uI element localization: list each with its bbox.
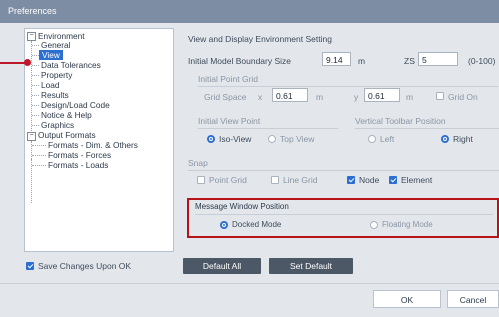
snap-line-grid-checkbox[interactable] <box>271 176 279 184</box>
toolbar-left-label: Left <box>380 134 395 144</box>
toolbar-right-radio[interactable] <box>441 135 449 143</box>
tree-item-formats-dim[interactable]: Formats - Dim. & Others <box>48 140 138 150</box>
top-view-label: Top View <box>280 134 315 144</box>
tree-connector <box>32 55 39 56</box>
boundary-size-input[interactable]: 9.14 <box>322 52 351 66</box>
toolbar-left-radio[interactable] <box>368 135 376 143</box>
toolbar-position-group-title: Vertical Toolbar Position <box>355 116 446 126</box>
grid-x-unit: m <box>316 92 324 102</box>
snap-line-grid-label: Line Grid <box>283 175 318 185</box>
snap-element-checkbox[interactable] <box>389 176 397 184</box>
callout-pointer <box>0 62 26 64</box>
tree-item-results[interactable]: Results <box>41 90 69 100</box>
grid-y-input[interactable]: 0.61 <box>364 88 400 102</box>
save-changes-checkbox[interactable] <box>26 262 34 270</box>
tree-item-view[interactable]: View <box>39 50 63 60</box>
grid-group-title: Initial Point Grid <box>198 74 258 84</box>
tree-item-property[interactable]: Property <box>41 70 72 80</box>
collapse-icon[interactable]: − <box>27 32 36 41</box>
tree-item-data-tolerances[interactable]: Data Tolerances <box>41 60 101 70</box>
floating-mode-radio[interactable] <box>370 221 378 229</box>
docked-mode-radio[interactable] <box>220 221 228 229</box>
tree-item-output-formats[interactable]: Output Formats <box>38 130 96 140</box>
tree-item-graphics[interactable]: Graphics <box>41 120 74 130</box>
iso-view-radio[interactable] <box>207 135 215 143</box>
tree-connector <box>32 125 39 126</box>
docked-mode-label: Docked Mode <box>232 220 282 229</box>
tree-connector <box>32 95 39 96</box>
grid-space-label: Grid Space <box>204 92 247 102</box>
boundary-unit: m <box>358 56 366 66</box>
default-all-button[interactable]: Default All <box>183 258 261 274</box>
floating-mode-label: Floating Mode <box>382 220 433 229</box>
tree-item-formats-loads[interactable]: Formats - Loads <box>48 160 108 170</box>
callout-dot <box>24 59 31 66</box>
tree-connector <box>32 45 39 46</box>
snap-point-grid-label: Point Grid <box>209 175 247 185</box>
set-default-button[interactable]: Set Default <box>269 258 353 274</box>
top-view-radio[interactable] <box>268 135 276 143</box>
group-divider <box>188 170 499 171</box>
collapse-icon[interactable]: − <box>27 132 36 141</box>
save-changes-label: Save Changes Upon OK <box>38 261 132 271</box>
snap-node-checkbox[interactable] <box>347 176 355 184</box>
tree-item-general[interactable]: General <box>41 40 71 50</box>
group-divider <box>198 128 338 129</box>
group-divider <box>198 86 498 87</box>
zs-range: (0-100) <box>468 56 496 66</box>
toolbar-right-label: Right <box>453 134 473 144</box>
tree-connector <box>32 85 39 86</box>
viewpoint-group-title: Initial View Point <box>198 116 261 126</box>
panel-heading: View and Display Environment Setting <box>188 34 332 44</box>
category-tree: − Environment General View Data Toleranc… <box>24 28 174 252</box>
grid-y-label: y <box>354 92 359 102</box>
cancel-button[interactable]: Cancel <box>447 290 499 308</box>
tree-item-formats-forces[interactable]: Formats - Forces <box>48 150 111 160</box>
zs-label: ZS <box>404 56 415 66</box>
snap-element-label: Element <box>401 175 433 185</box>
ok-button[interactable]: OK <box>373 290 441 308</box>
message-window-group-title: Message Window Position <box>195 202 289 211</box>
grid-x-input[interactable]: 0.61 <box>272 88 308 102</box>
title-bar: Preferences <box>0 0 499 23</box>
group-divider <box>195 214 493 215</box>
tree-item-notice-help[interactable]: Notice & Help <box>41 110 92 120</box>
tree-connector <box>32 105 39 106</box>
grid-x-label: x <box>258 92 263 102</box>
zs-input[interactable]: 5 <box>418 52 458 66</box>
footer-divider <box>0 283 499 284</box>
tree-connector <box>32 115 39 116</box>
tree-guide <box>31 141 32 175</box>
window-title: Preferences <box>8 6 57 16</box>
tree-connector <box>32 65 39 66</box>
tree-connector <box>32 155 46 156</box>
tree-item-design-load-code[interactable]: Design/Load Code <box>41 100 110 110</box>
tree-connector <box>32 145 46 146</box>
grid-on-checkbox[interactable] <box>436 92 444 100</box>
snap-point-grid-checkbox[interactable] <box>197 176 205 184</box>
grid-y-unit: m <box>406 92 414 102</box>
iso-view-label: Iso-View <box>219 134 252 144</box>
tree-item-load[interactable]: Load <box>41 80 59 90</box>
boundary-label: Initial Model Boundary Size <box>188 56 292 66</box>
snap-node-label: Node <box>359 175 380 185</box>
tree-connector <box>32 75 39 76</box>
grid-on-label: Grid On <box>448 92 478 102</box>
group-divider <box>355 128 499 129</box>
snap-group-title: Snap <box>188 158 208 168</box>
tree-connector <box>32 165 46 166</box>
